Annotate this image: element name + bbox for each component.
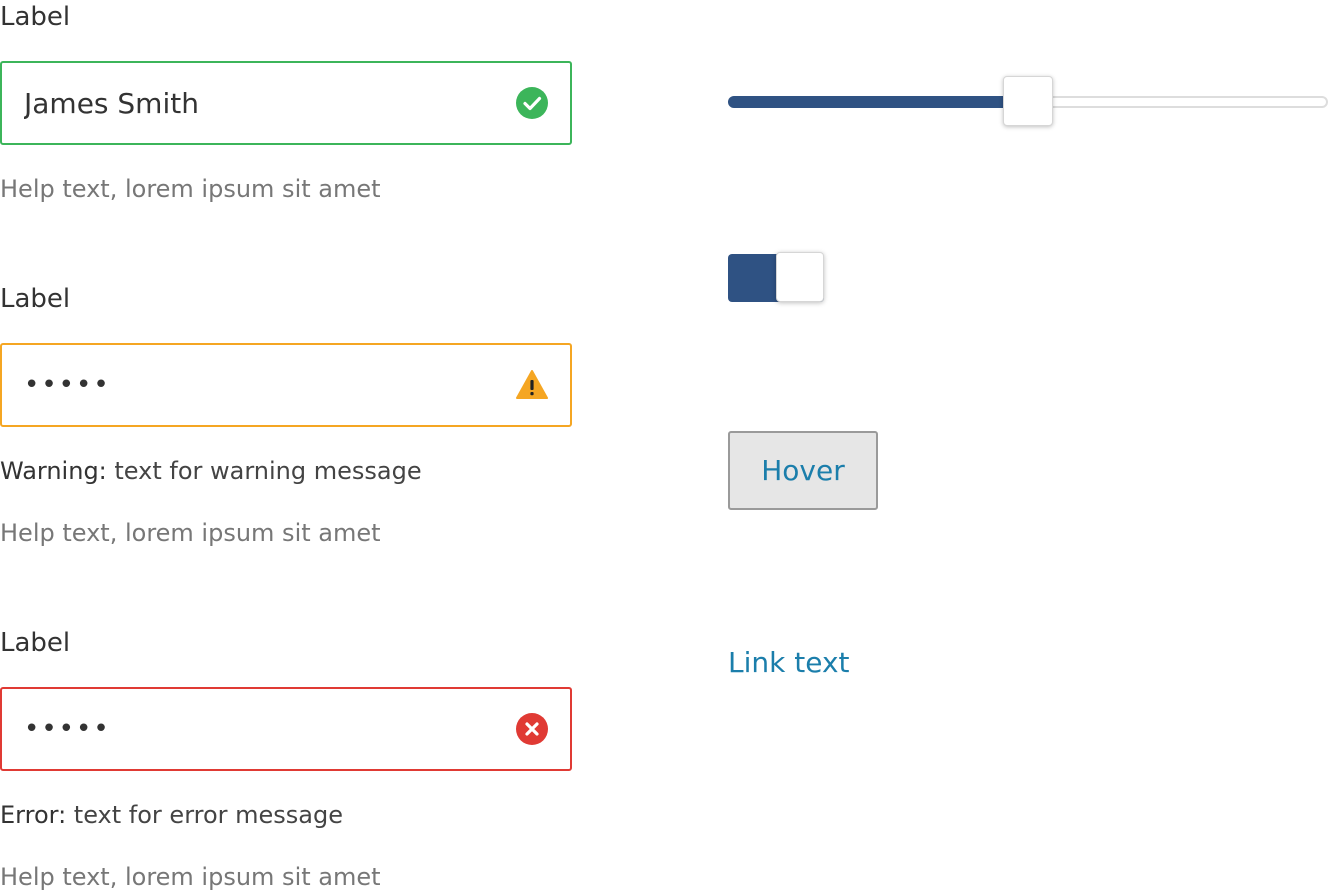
password-field-error[interactable] <box>0 687 572 771</box>
password-field-warning[interactable] <box>0 343 572 427</box>
toggle-knob[interactable] <box>776 252 824 302</box>
password-input-error[interactable] <box>24 689 494 769</box>
error-circle-icon <box>516 713 548 745</box>
check-circle-icon <box>516 87 548 119</box>
password-input-warning[interactable] <box>24 345 494 425</box>
name-input[interactable] <box>24 63 494 143</box>
warning-triangle-icon <box>516 370 548 399</box>
error-message-text: text for error message <box>66 801 344 829</box>
warning-message: Warning: text for warning message <box>0 456 422 486</box>
error-message-prefix: Error: <box>0 801 67 829</box>
name-field[interactable] <box>0 61 572 145</box>
error-message: Error: text for error message <box>0 800 343 830</box>
slider-thumb[interactable] <box>1003 76 1053 126</box>
hover-button[interactable]: Hover <box>728 431 878 510</box>
help-text: Help text, lorem ipsum sit amet <box>0 863 381 891</box>
link-text[interactable]: Link text <box>728 644 850 682</box>
warning-message-prefix: Warning: <box>0 457 107 485</box>
field-label-password-error: Label <box>0 628 71 658</box>
field-label-name: Label <box>0 2 71 32</box>
field-label-password-warning: Label <box>0 284 71 314</box>
help-text: Help text, lorem ipsum sit amet <box>0 175 381 203</box>
warning-message-text: text for warning message <box>106 457 422 485</box>
help-text: Help text, lorem ipsum sit amet <box>0 519 381 547</box>
slider-fill <box>728 96 1028 108</box>
